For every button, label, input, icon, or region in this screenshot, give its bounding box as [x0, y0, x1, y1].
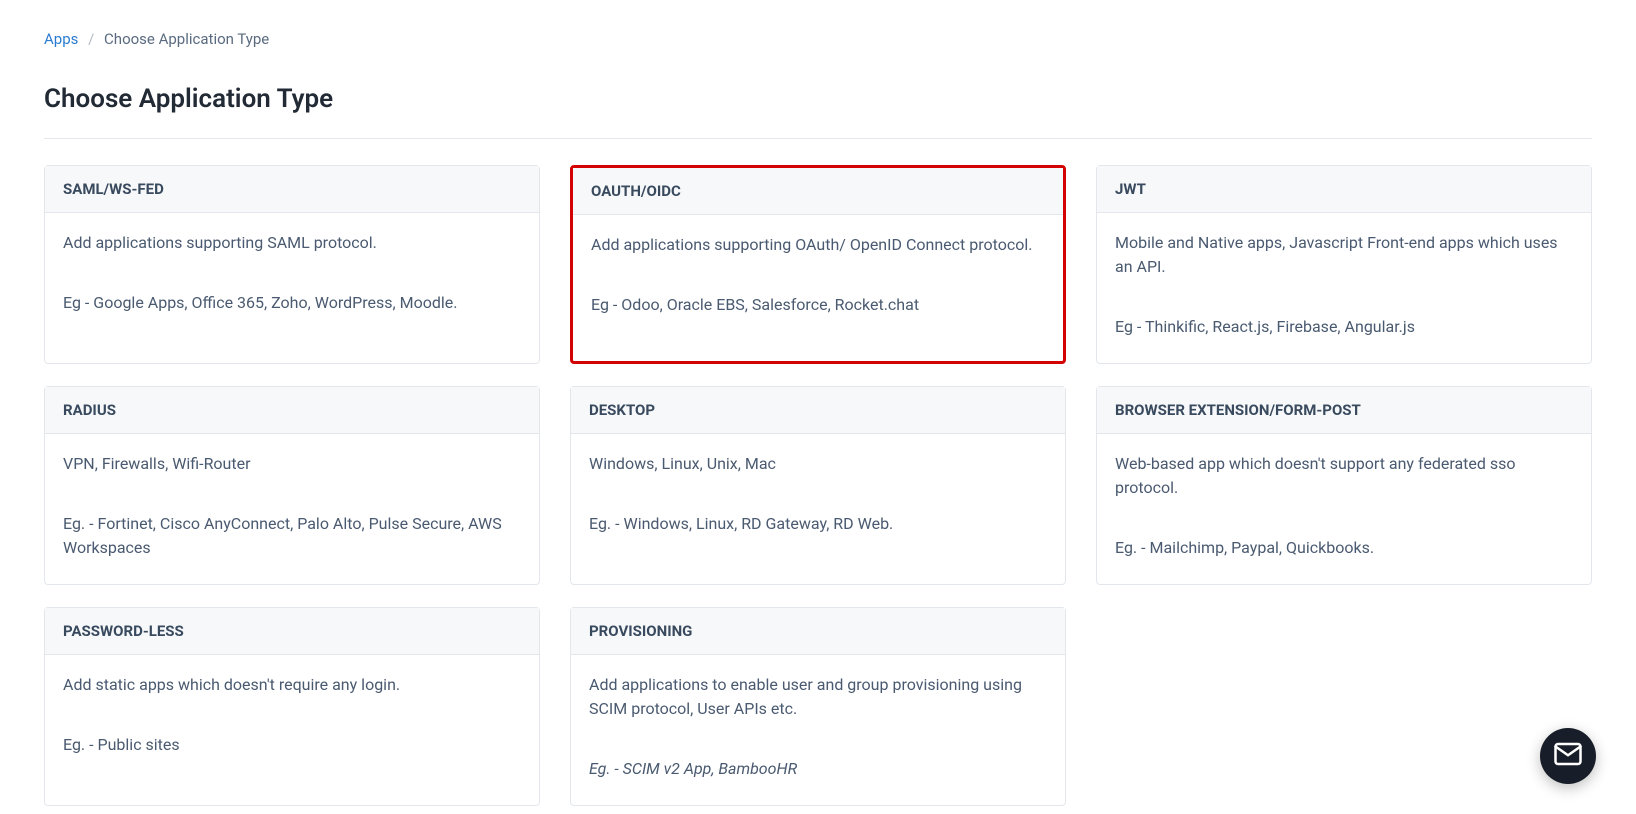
breadcrumb: Apps / Choose Application Type [44, 30, 1592, 48]
card-title: OAUTH/OIDC [573, 168, 1063, 215]
card-desktop[interactable]: DESKTOP Windows, Linux, Unix, Mac Eg. - … [570, 386, 1066, 585]
divider [44, 138, 1592, 139]
page-title: Choose Application Type [44, 84, 1592, 114]
breadcrumb-separator: / [88, 30, 94, 48]
breadcrumb-current: Choose Application Type [104, 30, 269, 48]
card-example: Eg. - SCIM v2 App, BambooHR [589, 757, 1047, 781]
card-example: Eg. - Windows, Linux, RD Gateway, RD Web… [589, 512, 1047, 536]
card-provisioning[interactable]: PROVISIONING Add applications to enable … [570, 607, 1066, 806]
card-title: SAML/WS-FED [45, 166, 539, 213]
card-title: RADIUS [45, 387, 539, 434]
card-oauth-oidc[interactable]: OAUTH/OIDC Add applications supporting O… [570, 165, 1066, 364]
card-description: VPN, Firewalls, Wifi-Router [63, 452, 521, 476]
card-browser-extension-form-post[interactable]: BROWSER EXTENSION/FORM-POST Web-based ap… [1096, 386, 1592, 585]
card-example: Eg. - Public sites [63, 733, 521, 757]
card-description: Add applications supporting SAML protoco… [63, 231, 521, 255]
card-description: Add applications supporting OAuth/ OpenI… [591, 233, 1045, 257]
card-title: PROVISIONING [571, 608, 1065, 655]
app-type-grid: SAML/WS-FED Add applications supporting … [44, 165, 1592, 806]
card-body: Add applications to enable user and grou… [571, 655, 1065, 805]
card-example: Eg - Google Apps, Office 365, Zoho, Word… [63, 291, 521, 315]
card-title: PASSWORD-LESS [45, 608, 539, 655]
card-password-less[interactable]: PASSWORD-LESS Add static apps which does… [44, 607, 540, 806]
card-title: BROWSER EXTENSION/FORM-POST [1097, 387, 1591, 434]
card-radius[interactable]: RADIUS VPN, Firewalls, Wifi-Router Eg. -… [44, 386, 540, 585]
card-body: Add static apps which doesn't require an… [45, 655, 539, 805]
card-example: Eg - Thinkific, React.js, Firebase, Angu… [1115, 315, 1573, 339]
card-example: Eg - Odoo, Oracle EBS, Salesforce, Rocke… [591, 293, 1045, 317]
card-body: VPN, Firewalls, Wifi-Router Eg. - Fortin… [45, 434, 539, 584]
card-body: Add applications supporting OAuth/ OpenI… [573, 215, 1063, 361]
card-body: Mobile and Native apps, Javascript Front… [1097, 213, 1591, 363]
card-description: Add static apps which doesn't require an… [63, 673, 521, 697]
card-title: JWT [1097, 166, 1591, 213]
card-body: Add applications supporting SAML protoco… [45, 213, 539, 363]
card-example: Eg. - Mailchimp, Paypal, Quickbooks. [1115, 536, 1573, 560]
card-description: Mobile and Native apps, Javascript Front… [1115, 231, 1573, 279]
help-fab-button[interactable] [1540, 728, 1596, 784]
card-jwt[interactable]: JWT Mobile and Native apps, Javascript F… [1096, 165, 1592, 364]
card-title: DESKTOP [571, 387, 1065, 434]
card-body: Web-based app which doesn't support any … [1097, 434, 1591, 584]
card-saml-ws-fed[interactable]: SAML/WS-FED Add applications supporting … [44, 165, 540, 364]
card-example: Eg. - Fortinet, Cisco AnyConnect, Palo A… [63, 512, 521, 560]
breadcrumb-link-apps[interactable]: Apps [44, 30, 78, 48]
card-body: Windows, Linux, Unix, Mac Eg. - Windows,… [571, 434, 1065, 584]
card-description: Web-based app which doesn't support any … [1115, 452, 1573, 500]
mail-icon [1553, 739, 1583, 773]
card-description: Windows, Linux, Unix, Mac [589, 452, 1047, 476]
card-description: Add applications to enable user and grou… [589, 673, 1047, 721]
